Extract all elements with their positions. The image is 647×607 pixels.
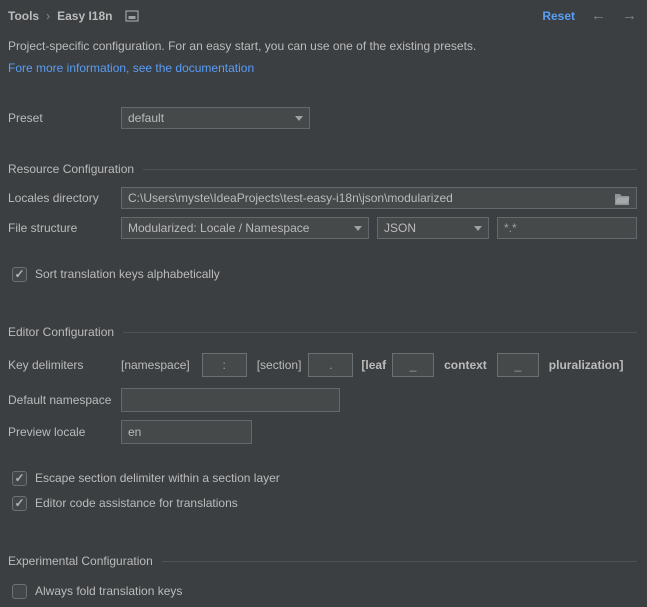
chevron-down-icon bbox=[474, 226, 482, 231]
preview-locale-value: en bbox=[128, 425, 141, 439]
checkbox-icon[interactable] bbox=[12, 267, 27, 282]
locales-directory-value: C:\Users\myste\IdeaProjects\test-easy-i1… bbox=[128, 191, 453, 205]
back-arrow-icon[interactable]: ← bbox=[591, 9, 606, 23]
checkbox-icon[interactable] bbox=[12, 471, 27, 486]
documentation-link[interactable]: Fore more information, see the documenta… bbox=[8, 61, 254, 75]
namespace-delimiter-input[interactable]: : bbox=[202, 353, 247, 377]
code-assistance-checkbox-label: Editor code assistance for translations bbox=[35, 496, 238, 510]
locales-directory-label: Locales directory bbox=[8, 191, 121, 205]
experimental-section-title: Experimental Configuration bbox=[8, 554, 153, 568]
section-divider bbox=[143, 169, 637, 170]
open-in-dialog-icon[interactable] bbox=[125, 10, 139, 22]
file-structure-selected-value: Modularized: Locale / Namespace bbox=[128, 221, 309, 235]
context-delimiter-input[interactable]: _ bbox=[497, 353, 539, 377]
experimental-configuration-section: Experimental Configuration bbox=[8, 554, 637, 568]
chevron-right-icon: › bbox=[46, 9, 50, 23]
file-structure-label: File structure bbox=[8, 221, 121, 235]
key-delimiters-label: Key delimiters bbox=[8, 358, 121, 372]
default-namespace-input[interactable] bbox=[121, 388, 340, 412]
breadcrumb-easy-i18n: Easy I18n bbox=[57, 9, 112, 23]
breadcrumb: Tools › Easy I18n bbox=[8, 9, 139, 23]
file-pattern-value: *.* bbox=[504, 221, 517, 235]
editor-section-title: Editor Configuration bbox=[8, 325, 114, 339]
leaf-delimiter-label: [leaf bbox=[361, 358, 386, 372]
key-delimiters-row: Key delimiters [namespace] : [section] .… bbox=[8, 353, 637, 377]
section-delimiter-input[interactable]: . bbox=[308, 353, 353, 377]
preview-locale-label: Preview locale bbox=[8, 425, 121, 439]
breadcrumb-tools[interactable]: Tools bbox=[8, 9, 39, 23]
context-delimiter-label: context bbox=[444, 358, 487, 372]
folder-icon[interactable] bbox=[614, 192, 630, 205]
file-pattern-input[interactable]: *.* bbox=[497, 217, 637, 239]
sort-keys-checkbox-label: Sort translation keys alphabetically bbox=[35, 267, 220, 281]
reset-button[interactable]: Reset bbox=[542, 9, 575, 23]
chevron-down-icon bbox=[295, 116, 303, 121]
preset-row: Preset default bbox=[8, 107, 637, 129]
locales-directory-input[interactable]: C:\Users\myste\IdeaProjects\test-easy-i1… bbox=[121, 187, 637, 209]
code-assistance-checkbox-row[interactable]: Editor code assistance for translations bbox=[12, 495, 637, 511]
file-parser-select[interactable]: JSON bbox=[377, 217, 489, 239]
escape-delimiter-checkbox-label: Escape section delimiter within a sectio… bbox=[35, 471, 280, 485]
section-delimiter-label: [section] bbox=[257, 358, 302, 372]
checkbox-icon[interactable] bbox=[12, 584, 27, 599]
intro-description: Project-specific configuration. For an e… bbox=[8, 39, 637, 53]
section-divider bbox=[162, 561, 637, 562]
settings-header: Tools › Easy I18n Reset ← → bbox=[8, 8, 637, 24]
editor-configuration-section: Editor Configuration bbox=[8, 325, 637, 339]
pluralization-delimiter-label: pluralization] bbox=[549, 358, 624, 372]
fold-keys-checkbox-label: Always fold translation keys bbox=[35, 584, 182, 598]
preview-locale-row: Preview locale en bbox=[8, 420, 637, 444]
leaf-delimiter-input[interactable]: _ bbox=[392, 353, 434, 377]
fold-keys-checkbox-row[interactable]: Always fold translation keys bbox=[12, 583, 637, 599]
file-structure-row: File structure Modularized: Locale / Nam… bbox=[8, 217, 637, 239]
preset-selected-value: default bbox=[128, 111, 164, 125]
chevron-down-icon bbox=[354, 226, 362, 231]
default-namespace-label: Default namespace bbox=[8, 393, 121, 407]
preset-label: Preset bbox=[8, 111, 121, 125]
section-divider bbox=[123, 332, 637, 333]
default-namespace-row: Default namespace bbox=[8, 388, 637, 412]
namespace-delimiter-label: [namespace] bbox=[121, 358, 190, 372]
file-parser-selected-value: JSON bbox=[384, 221, 416, 235]
sort-keys-checkbox-row[interactable]: Sort translation keys alphabetically bbox=[12, 266, 637, 282]
resource-section-title: Resource Configuration bbox=[8, 162, 134, 176]
forward-arrow-icon[interactable]: → bbox=[622, 9, 637, 23]
checkbox-icon[interactable] bbox=[12, 496, 27, 511]
file-structure-select[interactable]: Modularized: Locale / Namespace bbox=[121, 217, 369, 239]
escape-delimiter-checkbox-row[interactable]: Escape section delimiter within a sectio… bbox=[12, 470, 637, 486]
preset-select[interactable]: default bbox=[121, 107, 310, 129]
locales-directory-row: Locales directory C:\Users\myste\IdeaPro… bbox=[8, 187, 637, 209]
resource-configuration-section: Resource Configuration bbox=[8, 162, 637, 176]
preview-locale-input[interactable]: en bbox=[121, 420, 252, 444]
